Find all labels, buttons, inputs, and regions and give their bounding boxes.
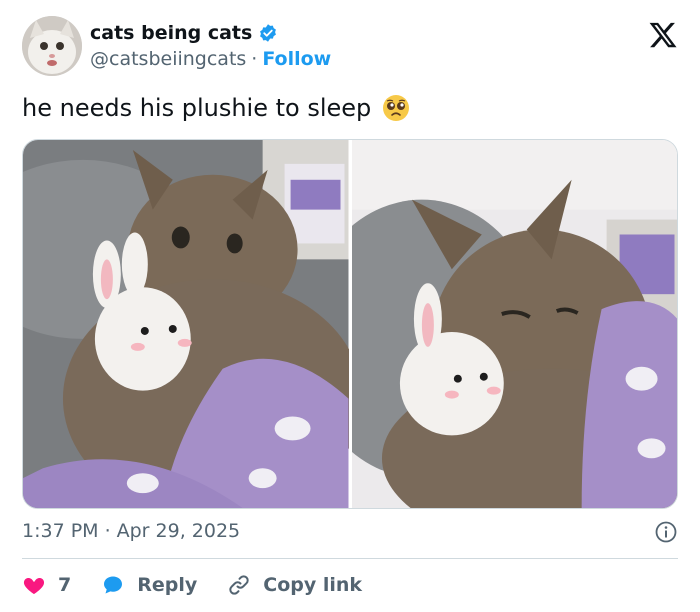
reply-button[interactable]: Reply	[101, 573, 197, 597]
like-count: 7	[58, 574, 72, 596]
pleading-face-emoji-icon	[383, 95, 410, 121]
tweet-date: Apr 29, 2025	[116, 520, 241, 542]
media-photo-2[interactable]	[351, 140, 677, 508]
tweet-header: cats being cats @catsbeiingcats · Follow	[22, 16, 678, 80]
author-handle-row: @catsbeiingcats · Follow	[90, 48, 331, 70]
reply-bubble-icon	[104, 576, 123, 594]
author-handle[interactable]: @catsbeiingcats	[90, 48, 246, 70]
tweet-actions: 7 Reply Copy link	[22, 570, 392, 600]
copy-link-button[interactable]: Copy link	[227, 573, 362, 597]
tweet-text-row: he needs his plushie to sleep	[22, 93, 411, 123]
x-logo-icon[interactable]	[648, 20, 678, 50]
tweet-time: 1:37 PM	[22, 520, 99, 542]
timestamp-separator: ·	[104, 520, 111, 542]
heart-icon	[23, 578, 45, 594]
avatar[interactable]	[22, 16, 82, 76]
divider	[22, 558, 678, 559]
follow-button[interactable]: Follow	[262, 48, 331, 70]
author-display-name[interactable]: cats being cats	[90, 22, 252, 44]
info-icon[interactable]	[654, 520, 678, 544]
media-photo-1[interactable]	[23, 140, 349, 508]
tweet-text: he needs his plushie to sleep	[22, 94, 372, 122]
handle-separator: ·	[251, 48, 258, 70]
tweet-media-grid	[22, 139, 678, 509]
like-button[interactable]: 7	[22, 573, 71, 597]
copy-link-label: Copy link	[263, 574, 363, 596]
reply-label: Reply	[137, 574, 198, 596]
tweet-timestamp[interactable]: 1:37 PM · Apr 29, 2025	[22, 520, 240, 542]
author-name-row: cats being cats	[90, 22, 278, 44]
verified-badge-icon	[260, 24, 277, 42]
link-icon	[229, 575, 249, 595]
